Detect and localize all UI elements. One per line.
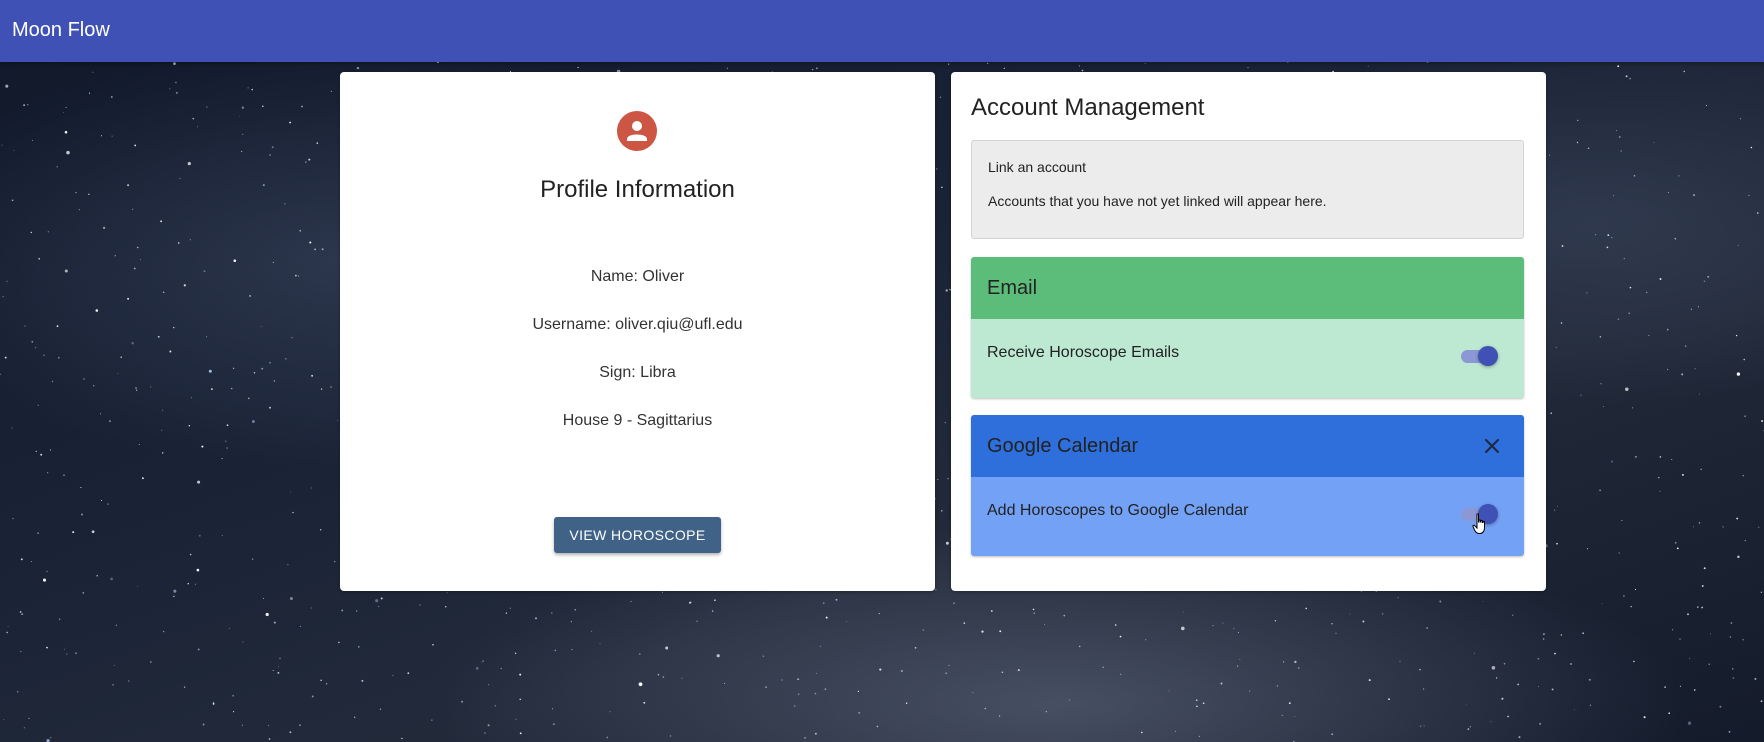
profile-username: Username: oliver.qiu@ufl.edu xyxy=(532,316,743,333)
link-account-title: Link an account xyxy=(988,159,1087,175)
email-service-header: Email xyxy=(971,257,1524,319)
profile-title: Profile Information xyxy=(540,176,735,203)
profile-sign: Sign: Libra xyxy=(599,364,676,381)
profile-card: Profile Information Name: Oliver Usernam… xyxy=(340,72,935,591)
app-bar: Moon Flow xyxy=(0,0,1764,62)
link-account-panel: Link an account Accounts that you have n… xyxy=(971,140,1524,239)
close-icon[interactable] xyxy=(1479,433,1505,459)
add-to-calendar-label: Add Horoscopes to Google Calendar xyxy=(987,502,1249,519)
add-to-calendar-toggle[interactable] xyxy=(1459,501,1499,534)
email-service-card: Email Receive Horoscope Emails xyxy=(971,257,1524,398)
email-service-body: Receive Horoscope Emails xyxy=(971,319,1524,398)
app-title[interactable]: Moon Flow xyxy=(12,18,110,42)
receive-emails-label: Receive Horoscope Emails xyxy=(987,344,1180,361)
google-calendar-name: Google Calendar xyxy=(987,435,1139,457)
google-calendar-service-card: Google Calendar Add Horoscopes to Google… xyxy=(971,415,1524,556)
profile-house: House 9 - Sagittarius xyxy=(562,412,713,429)
google-calendar-body: Add Horoscopes to Google Calendar xyxy=(971,477,1524,556)
view-horoscope-button[interactable]: VIEW HOROSCOPE xyxy=(554,517,721,553)
profile-name: Name: Oliver xyxy=(590,268,685,285)
link-account-description: Accounts that you have not yet linked wi… xyxy=(988,193,1327,209)
email-service-name: Email xyxy=(987,277,1038,299)
toggle-thumb xyxy=(1478,346,1498,366)
receive-emails-toggle[interactable] xyxy=(1459,343,1499,367)
google-calendar-header: Google Calendar xyxy=(971,415,1524,477)
person-icon xyxy=(617,111,657,151)
toggle-thumb xyxy=(1478,504,1498,524)
account-management-card: Account Management Link an account Accou… xyxy=(951,72,1546,591)
account-management-title: Account Management xyxy=(971,94,1205,121)
